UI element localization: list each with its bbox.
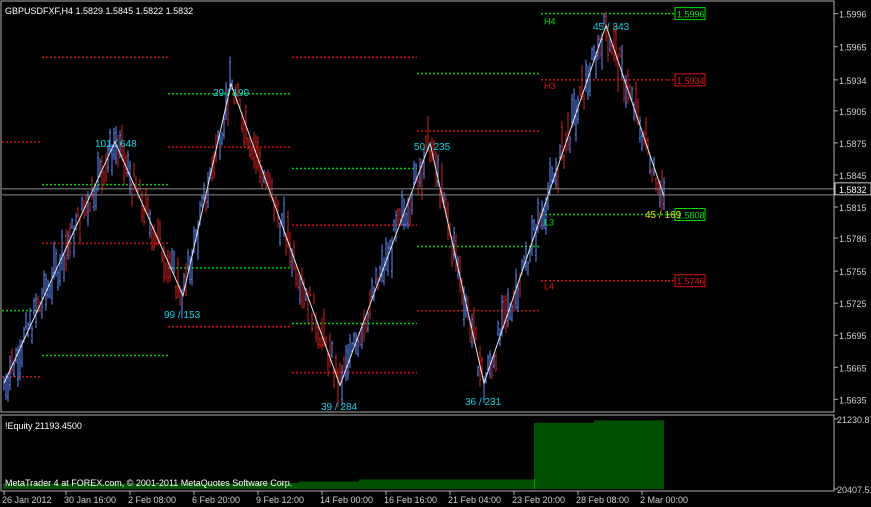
time-tick-label: 14 Feb 00:00 <box>320 495 373 505</box>
time-tick-label: 26 Jan 2012 <box>2 495 52 505</box>
copyright-footer: MetaTrader 4 at FOREX.com, © 2001-2011 M… <box>5 478 292 488</box>
time-tick-label: 2 Mar 00:00 <box>640 495 688 505</box>
price-tick-label: 1.5725 <box>839 299 867 309</box>
zigzag-label: 45 / 169 <box>645 210 682 221</box>
time-tick-label: 2 Feb 08:00 <box>128 495 176 505</box>
current-price-label: 1.5832 <box>839 185 867 195</box>
level-price-label: 1.5996 <box>677 10 705 20</box>
equity-histogram: !Equity 21193.4500 21230.87 20407.51 MetaTr… <box>3 415 871 495</box>
zigzag-label: 99 / 153 <box>164 310 201 321</box>
time-tick-label: 6 Feb 20:00 <box>192 495 240 505</box>
price-tick-label: 1.5934 <box>839 76 867 86</box>
price-tick-label: 1.5875 <box>839 139 867 149</box>
equity-tick-label: 20407.51 <box>837 485 871 495</box>
zigzag-label: 50 / 235 <box>414 142 451 153</box>
time-tick-label: 23 Feb 20:00 <box>512 495 565 505</box>
pivot-levels: 1.5996H41.5934H31.5808L31.5746L4 <box>2 7 706 378</box>
price-tick-label: 1.5755 <box>839 267 867 277</box>
price-tick-label: 1.5665 <box>839 363 867 373</box>
level-name-label: H4 <box>544 17 556 27</box>
price-tick-label: 1.5695 <box>839 331 867 341</box>
chart-text: 101 / 648 29 / 199 99 / 153 39 / 284 50 / 23… <box>5 6 682 413</box>
price-tick-label: 1.5845 <box>839 171 867 181</box>
price-tick-label: 1.5786 <box>839 234 867 244</box>
price-tick-label: 1.5996 <box>839 10 867 20</box>
price-axis: 1.5996 1.5965 1.5934 1.5905 1.5875 1.5845 1.58… <box>2 10 871 505</box>
level-price-label: 1.5934 <box>677 76 705 86</box>
zigzag-label: 45 / 343 <box>593 22 630 33</box>
price-tick-label: 1.5815 <box>839 203 867 213</box>
time-tick-label: 16 Feb 16:00 <box>384 495 437 505</box>
price-tick-label: 1.5905 <box>839 107 867 117</box>
zigzag-label: 101 / 648 <box>95 139 137 150</box>
symbol-header: GBPUSDFXF,H4 1.5829 1.5845 1.5822 1.5832 <box>5 6 193 16</box>
price-tick-label: 1.5965 <box>839 43 867 53</box>
time-tick-label: 21 Feb 04:00 <box>448 495 501 505</box>
equity-tick-label: 21230.87 <box>837 415 871 425</box>
equity-label: !Equity 21193.4500 <box>5 421 82 431</box>
time-tick-label: 30 Jan 16:00 <box>64 495 116 505</box>
time-tick-label: 9 Feb 12:00 <box>256 495 304 505</box>
chart-canvas: 1.5996H41.5934H31.5808L31.5746L4 !Equity… <box>0 0 871 505</box>
zigzag-label: 29 / 199 <box>213 88 250 99</box>
zigzag-label: 39 / 284 <box>321 402 358 413</box>
time-tick-label: 28 Feb 08:00 <box>576 495 629 505</box>
chart-window: { "header": { "symbol_line": "GBPUSDFXF,… <box>0 0 871 507</box>
zigzag-label: 36 / 231 <box>465 397 502 408</box>
main-pane-frame <box>0 0 835 413</box>
level-name-label: L4 <box>544 282 554 292</box>
price-bars <box>3 11 665 408</box>
level-name-label: H3 <box>544 81 556 91</box>
level-price-label: 1.5746 <box>677 277 705 287</box>
price-tick-label: 1.5635 <box>839 395 867 405</box>
